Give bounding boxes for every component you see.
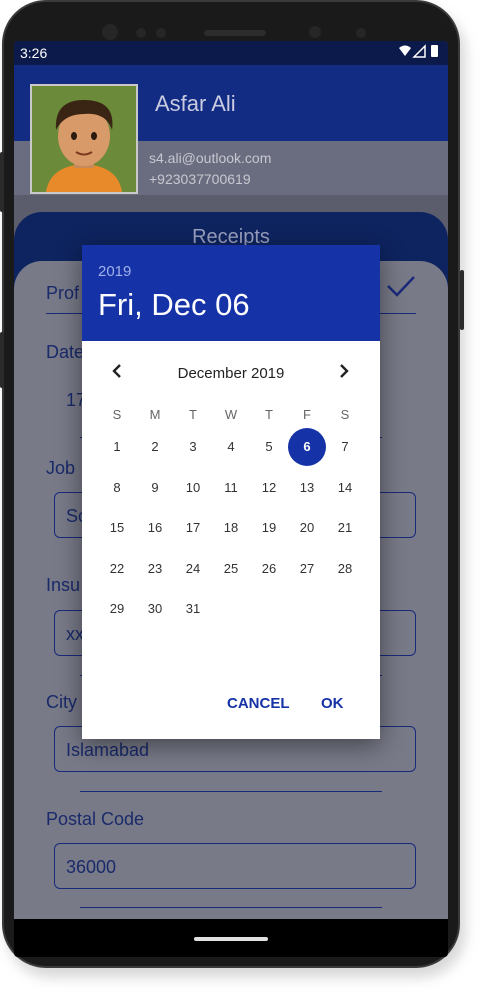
picker-selected-date[interactable]: Fri, Dec 06 [98, 287, 250, 323]
chevron-right-icon[interactable] [332, 358, 356, 386]
user-phone: +923037700619 [149, 171, 251, 187]
day-cell[interactable]: 25 [212, 550, 250, 588]
home-indicator[interactable] [194, 937, 268, 941]
postal-code-underline [80, 907, 382, 908]
day-cell[interactable]: 24 [174, 550, 212, 588]
day-cell[interactable]: 22 [98, 550, 136, 588]
day-cell[interactable]: 19 [250, 509, 288, 547]
city-value: Islamabad [66, 740, 150, 760]
day-cell[interactable]: 7 [326, 428, 364, 466]
weekday-label: S [340, 407, 350, 422]
day-cell[interactable]: 4 [212, 428, 250, 466]
day-cell[interactable]: 27 [288, 550, 326, 588]
weekday-label: S [112, 407, 122, 422]
day-cell[interactable]: 13 [288, 469, 326, 507]
status-bar: 3:26 [14, 41, 448, 65]
day-cell[interactable]: 9 [136, 469, 174, 507]
profile-avatar[interactable] [30, 84, 138, 194]
day-cell[interactable]: 11 [212, 469, 250, 507]
picker-year[interactable]: 2019 [98, 263, 131, 280]
day-cell[interactable]: 14 [326, 469, 364, 507]
job-label: Job [46, 458, 76, 478]
day-cell[interactable]: 31 [174, 590, 212, 628]
status-icons [398, 44, 442, 61]
weekday-label: T [265, 407, 273, 422]
date-picker-dialog: 2019 Fri, Dec 06 December 2019 SMTWTFS 1… [82, 245, 380, 739]
date-picker-header: 2019 Fri, Dec 06 [82, 245, 380, 341]
weekday-label: M [149, 407, 161, 422]
weekday-label: F [303, 407, 311, 422]
day-cell[interactable]: 16 [136, 509, 174, 547]
profile-label: Prof [46, 283, 80, 303]
date-label: Date [46, 342, 85, 362]
day-cell[interactable]: 21 [326, 509, 364, 547]
day-cell[interactable]: 18 [212, 509, 250, 547]
ok-button[interactable]: OK [321, 695, 344, 712]
day-cell[interactable]: 28 [326, 550, 364, 588]
day-cell[interactable]: 15 [98, 509, 136, 547]
day-cell[interactable]: 17 [174, 509, 212, 547]
status-time: 3:26 [20, 45, 48, 61]
day-cell[interactable]: 2 [136, 428, 174, 466]
weekday-label: W [224, 407, 238, 422]
postal-code-label: Postal Code [46, 809, 145, 829]
check-icon[interactable] [386, 273, 416, 305]
day-cell[interactable]: 8 [98, 469, 136, 507]
city-label: City [46, 692, 77, 712]
day-cell[interactable]: 1 [98, 428, 136, 466]
day-cell[interactable]: 3 [174, 428, 212, 466]
day-cell[interactable]: 5 [250, 428, 288, 466]
day-cell[interactable]: 10 [174, 469, 212, 507]
insurance-label: Insu [46, 575, 81, 595]
user-name: Asfar Ali [155, 91, 236, 116]
day-cell[interactable]: 29 [98, 590, 136, 628]
day-cell[interactable]: 20 [288, 509, 326, 547]
cancel-button[interactable]: CANCEL [227, 695, 290, 712]
postal-code-value: 36000 [66, 857, 117, 877]
day-cell[interactable]: 23 [136, 550, 174, 588]
day-cell[interactable]: 12 [250, 469, 288, 507]
weekday-label: T [189, 407, 197, 422]
city-underline [80, 791, 382, 792]
navigation-bar [14, 919, 448, 957]
day-cell[interactable]: 26 [250, 550, 288, 588]
user-email: s4.ali@outlook.com [149, 150, 272, 166]
day-cell[interactable]: 30 [136, 590, 174, 628]
day-cell-selected[interactable]: 6 [288, 428, 326, 466]
